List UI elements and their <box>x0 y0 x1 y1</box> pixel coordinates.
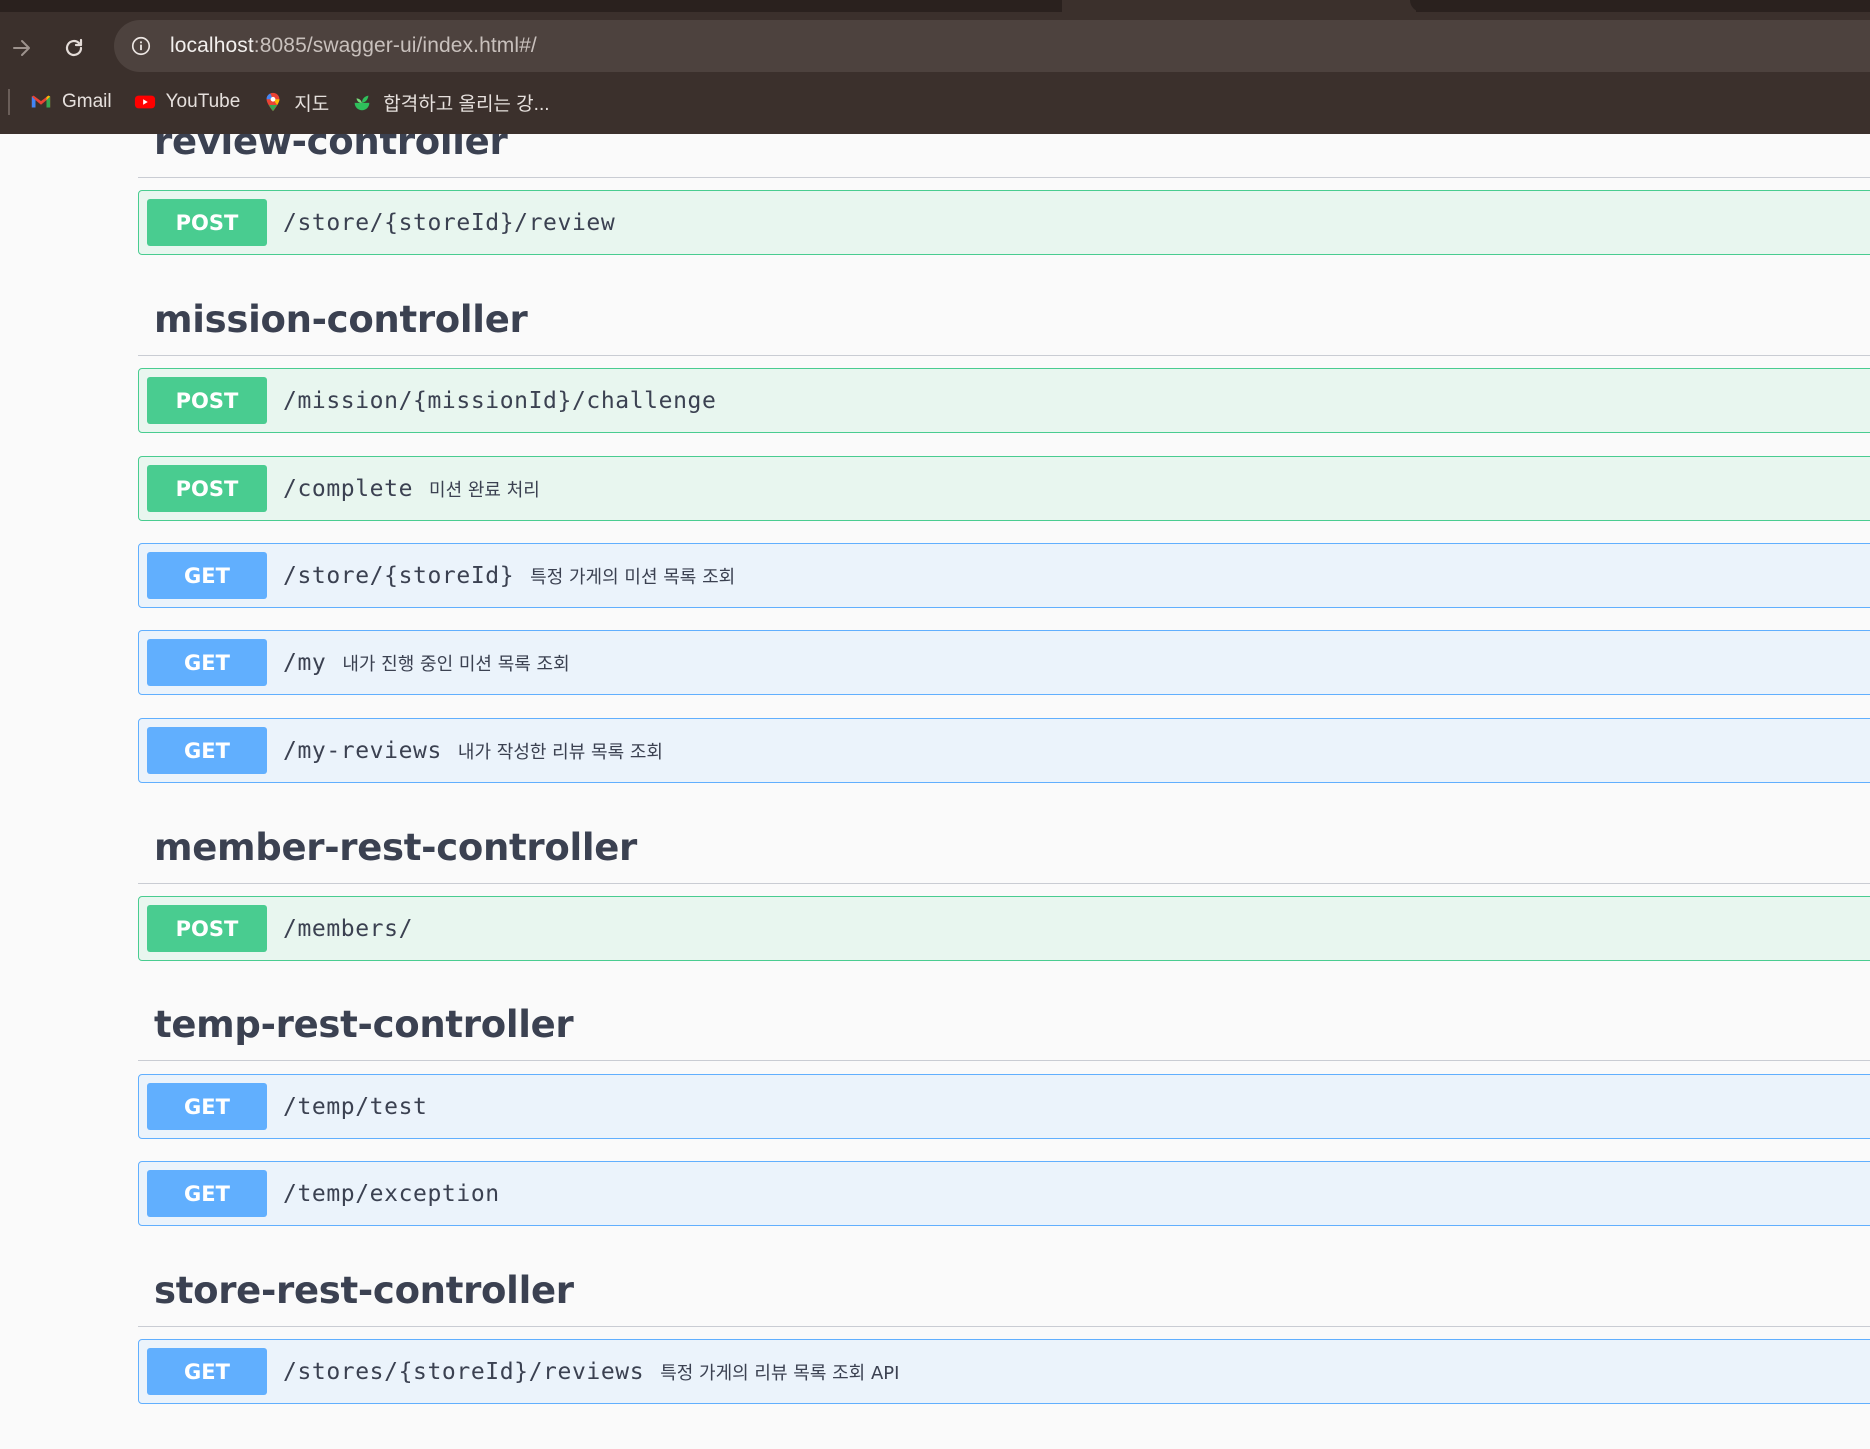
operation-summary: 내가 작성한 리뷰 목록 조회 <box>457 741 663 763</box>
method-badge: POST <box>147 905 267 952</box>
section-title[interactable]: mission-controller <box>138 298 1870 341</box>
operation-path: /stores/{storeId}/reviews <box>283 1358 645 1385</box>
operation-path: /members/ <box>283 915 414 942</box>
reload-button[interactable] <box>56 30 92 66</box>
method-badge: POST <box>147 199 267 246</box>
active-tab[interactable] <box>1062 0 1416 12</box>
operation-get-store[interactable]: GET /store/{storeId} 특정 가게의 미션 목록 조회 <box>138 543 1870 608</box>
youtube-icon <box>134 95 155 109</box>
operation-post-complete[interactable]: POST /complete 미션 완료 처리 <box>138 456 1870 521</box>
method-badge: GET <box>147 1083 267 1130</box>
method-badge: GET <box>147 1170 267 1217</box>
operation-path: /store/{storeId}/review <box>283 209 616 236</box>
reload-icon <box>65 38 83 57</box>
swagger-content: review-controller POST /store/{storeId}/… <box>0 134 1870 1449</box>
browser-chrome: localhost:8085/swagger-ui/index.html#/ G… <box>0 0 1870 134</box>
forward-button[interactable] <box>4 30 40 66</box>
section-divider <box>138 1326 1870 1327</box>
operation-path: /mission/{missionId}/challenge <box>283 387 717 414</box>
address-bar[interactable]: localhost:8085/swagger-ui/index.html#/ <box>114 20 1870 72</box>
url-text[interactable]: localhost:8085/swagger-ui/index.html#/ <box>170 34 537 58</box>
section-title[interactable]: member-rest-controller <box>138 826 1870 869</box>
operation-get-temp-test[interactable]: GET /temp/test <box>138 1074 1870 1139</box>
bookmark-label: 합격하고 올리는 강... <box>383 93 550 115</box>
section-divider <box>138 177 1870 178</box>
operation-summary: 미션 완료 처리 <box>429 479 540 501</box>
method-badge: GET <box>147 552 267 599</box>
gmail-icon <box>31 95 51 108</box>
section-title[interactable]: store-rest-controller <box>138 1269 1870 1312</box>
bookmark-youtube[interactable]: YouTube <box>134 91 241 113</box>
operation-post-mission-challenge[interactable]: POST /mission/{missionId}/challenge <box>138 368 1870 433</box>
operation-get-temp-exception[interactable]: GET /temp/exception <box>138 1161 1870 1226</box>
section-temp-rest-controller[interactable]: temp-rest-controller <box>138 1003 1870 1061</box>
sprout-icon <box>354 95 370 111</box>
section-store-rest-controller[interactable]: store-rest-controller <box>138 1269 1870 1327</box>
section-title[interactable]: temp-rest-controller <box>138 1003 1870 1046</box>
operation-path: /store/{storeId} <box>283 562 515 589</box>
operation-summary: 특정 가게의 미션 목록 조회 <box>530 566 736 588</box>
operation-path: /temp/test <box>283 1093 428 1120</box>
operation-path: /my <box>283 649 327 676</box>
site-info-icon[interactable] <box>128 33 154 59</box>
section-divider <box>138 1060 1870 1061</box>
maps-icon <box>266 92 280 112</box>
section-divider <box>138 883 1870 884</box>
bookmark-gmail[interactable]: Gmail <box>30 91 112 113</box>
method-badge: POST <box>147 377 267 424</box>
section-review-controller[interactable]: review-controller <box>138 134 1870 178</box>
method-badge: GET <box>147 639 267 686</box>
method-badge: GET <box>147 1348 267 1395</box>
operation-path: /my-reviews <box>283 737 442 764</box>
bookmark-maps[interactable]: 지도 <box>262 89 329 116</box>
operation-get-store-reviews[interactable]: GET /stores/{storeId}/reviews 특정 가게의 리뷰 … <box>138 1339 1870 1404</box>
bookmarks-divider <box>8 89 10 115</box>
tab-strip <box>0 0 1870 12</box>
operation-post-members[interactable]: POST /members/ <box>138 896 1870 961</box>
section-title[interactable]: review-controller <box>138 134 1870 163</box>
section-mission-controller[interactable]: mission-controller <box>138 298 1870 356</box>
method-badge: GET <box>147 727 267 774</box>
url-path: :8085/swagger-ui/index.html#/ <box>253 34 537 57</box>
bookmark-course[interactable]: 합격하고 올리는 강... <box>351 89 550 116</box>
section-member-rest-controller[interactable]: member-rest-controller <box>138 826 1870 884</box>
url-host: localhost <box>170 34 254 57</box>
section-divider <box>138 355 1870 356</box>
operation-path: /complete <box>283 475 414 502</box>
bookmarks-bar: Gmail YouTube 지도 합격하고 올리는 강... <box>0 84 572 120</box>
method-badge: POST <box>147 465 267 512</box>
bookmark-label: Gmail <box>62 91 112 112</box>
operation-summary: 특정 가게의 리뷰 목록 조회 API <box>660 1362 900 1384</box>
operation-post-store-review[interactable]: POST /store/{storeId}/review <box>138 190 1870 255</box>
bookmark-label: 지도 <box>294 93 330 115</box>
operation-path: /temp/exception <box>283 1180 500 1207</box>
arrow-right-icon <box>13 40 30 56</box>
operation-summary: 내가 진행 중인 미션 목록 조회 <box>342 653 570 675</box>
operation-get-my[interactable]: GET /my 내가 진행 중인 미션 목록 조회 <box>138 630 1870 695</box>
operation-get-my-reviews[interactable]: GET /my-reviews 내가 작성한 리뷰 목록 조회 <box>138 718 1870 783</box>
bookmark-label: YouTube <box>165 91 241 112</box>
